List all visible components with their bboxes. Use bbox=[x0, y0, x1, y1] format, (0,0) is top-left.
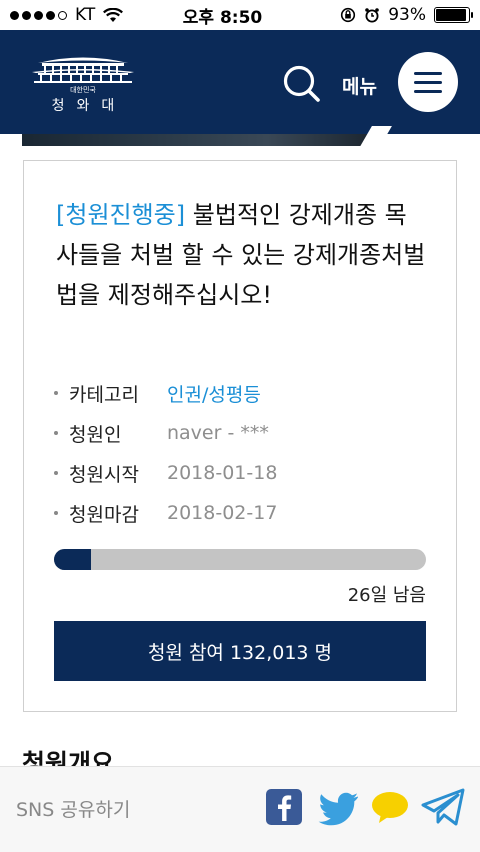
bullet-icon bbox=[54, 471, 58, 475]
bullet-icon bbox=[54, 391, 58, 395]
hero-photo bbox=[22, 134, 372, 146]
petition-progress-bar bbox=[54, 549, 426, 570]
status-right: 93% bbox=[295, 5, 473, 25]
info-row-start-date: 청원시작 2018-01-18 bbox=[54, 453, 434, 493]
site-header: 대한민국 청와대 메뉴 bbox=[0, 30, 480, 134]
hero-image-edge bbox=[0, 126, 480, 150]
kakaotalk-icon[interactable] bbox=[370, 787, 410, 827]
carrier-name: KT bbox=[75, 5, 96, 25]
blue-house-icon bbox=[32, 57, 134, 83]
info-label: 청원시작 bbox=[69, 463, 139, 486]
wifi-icon bbox=[103, 7, 124, 22]
info-value: 2018-02-17 bbox=[167, 502, 278, 524]
battery-level bbox=[436, 9, 466, 21]
bullet-icon bbox=[54, 511, 58, 515]
alarm-icon bbox=[365, 8, 380, 23]
telegram-icon[interactable] bbox=[421, 787, 465, 827]
bullet-icon bbox=[54, 431, 58, 435]
petition-title: [청원진행중] 불법적인 강제개종 목사들을 처벌 할 수 있는 강제개종처벌법… bbox=[56, 195, 426, 315]
info-label: 카테고리 bbox=[69, 383, 139, 406]
menu-label[interactable]: 메뉴 bbox=[342, 72, 377, 99]
petition-status-label: [청원진행중] bbox=[56, 201, 186, 229]
info-row-category: 카테고리 인권/성평등 bbox=[54, 373, 434, 413]
orientation-lock-icon bbox=[341, 7, 356, 23]
battery-percent: 93% bbox=[388, 5, 426, 25]
category-link[interactable]: 인권/성평등 bbox=[167, 380, 261, 407]
search-icon bbox=[283, 65, 320, 102]
share-bar: SNS 공유하기 bbox=[0, 766, 480, 852]
progress-fill bbox=[54, 549, 92, 570]
signal-icon bbox=[10, 10, 67, 20]
info-label: 청원인 bbox=[69, 423, 122, 446]
info-value: naver - *** bbox=[167, 422, 269, 444]
search-button[interactable] bbox=[280, 62, 322, 104]
battery-icon bbox=[434, 7, 473, 23]
petition-info-list: 카테고리 인권/성평등 청원인 naver - *** 청원시작 2018-01… bbox=[54, 373, 434, 533]
status-time: 오후 8:50 bbox=[182, 7, 263, 28]
info-label: 청원마감 bbox=[69, 503, 139, 526]
info-row-petitioner: 청원인 naver - *** bbox=[54, 413, 434, 453]
status-bar: KT 오후 8:50 93% bbox=[0, 0, 480, 30]
facebook-icon[interactable] bbox=[265, 787, 303, 827]
share-label: SNS 공유하기 bbox=[16, 799, 131, 821]
petition-card: [청원진행중] 불법적인 강제개종 목사들을 처벌 할 수 있는 강제개종처벌법… bbox=[23, 160, 457, 712]
menu-button[interactable] bbox=[398, 52, 458, 112]
twitter-icon[interactable] bbox=[318, 787, 360, 827]
logo-title: 청와대 bbox=[51, 98, 127, 114]
info-row-end-date: 청원마감 2018-02-17 bbox=[54, 493, 434, 533]
cheongwadae-logo[interactable]: 대한민국 청와대 bbox=[28, 52, 138, 116]
join-petition-button[interactable]: 청원 참여 132,013 명 bbox=[54, 621, 426, 681]
info-value: 2018-01-18 bbox=[167, 462, 278, 484]
remaining-days: 26일 남음 bbox=[347, 585, 426, 606]
logo-subtitle: 대한민국 bbox=[70, 86, 96, 94]
status-left: KT bbox=[10, 5, 170, 25]
